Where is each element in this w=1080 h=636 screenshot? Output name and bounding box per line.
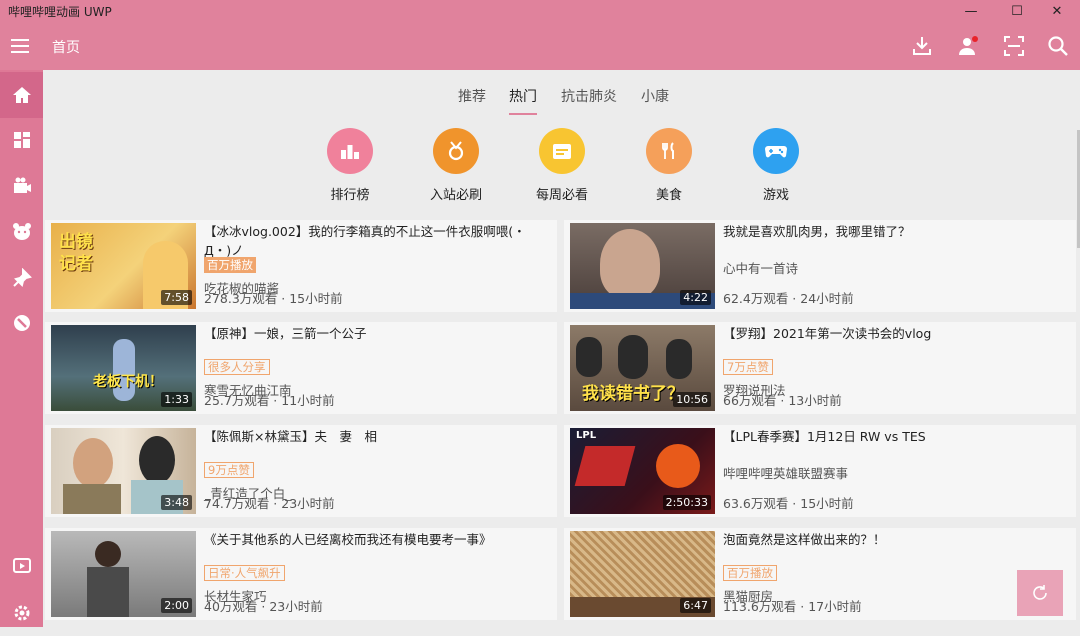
video-title[interactable]: 我就是喜欢肌肉男，我哪里错了？ — [723, 222, 1068, 241]
tab-bar: 推荐 热门 抗击肺炎 小康 — [43, 70, 1080, 120]
live-tv-icon[interactable] — [0, 542, 43, 588]
video-thumbnail[interactable]: 我读错书了？ 10:56 — [570, 325, 715, 411]
video-duration: 6:47 — [680, 598, 711, 613]
sidebar — [0, 70, 43, 627]
video-duration: 7:58 — [161, 290, 192, 305]
video-duration: 1:33 — [161, 392, 192, 407]
video-author[interactable]: 哔哩哔哩英雄联盟赛事 — [723, 463, 848, 482]
tab-hot[interactable]: 热门 — [509, 86, 537, 106]
video-thumbnail[interactable]: 3:48 — [51, 428, 196, 514]
search-icon[interactable] — [1046, 34, 1070, 58]
home-icon[interactable] — [0, 72, 43, 118]
anime-icon[interactable] — [0, 209, 43, 255]
scan-icon[interactable] — [1002, 34, 1026, 58]
quick-label: 排行榜 — [330, 188, 370, 203]
close-button[interactable]: ✕ — [1034, 0, 1080, 22]
video-meta: 74.7万观看 · 23小时前 — [204, 496, 335, 511]
title-bar: 哔哩哔哩动画 UWP — ☐ ✕ — [0, 0, 1080, 22]
page-title: 首页 — [52, 40, 80, 56]
video-meta: 63.6万观看 · 15小时前 — [723, 496, 854, 511]
ranking-icon — [327, 128, 373, 174]
live-icon[interactable] — [0, 163, 43, 209]
video-thumbnail[interactable]: 4:22 — [570, 223, 715, 309]
video-meta: 113.6万观看 · 17小时前 — [723, 599, 862, 614]
medal-icon — [433, 128, 479, 174]
bangumi-icon[interactable] — [0, 255, 43, 301]
thumbnail-overlay: 出镜记者 — [59, 232, 93, 274]
tab-recommend[interactable]: 推荐 — [458, 86, 486, 106]
quick-weekly[interactable]: 每周必看 — [522, 128, 602, 203]
quick-ranking[interactable]: 排行榜 — [310, 128, 390, 203]
thumbnail-overlay: LPL — [576, 430, 597, 441]
video-duration: 3:48 — [161, 495, 192, 510]
video-duration: 2:00 — [161, 598, 192, 613]
tab-xiaokang[interactable]: 小康 — [641, 86, 669, 106]
main-content: 推荐 热门 抗击肺炎 小康 排行榜 入站必刷 每周必看 美食 游戏 出镜记者 7… — [43, 70, 1080, 627]
video-title[interactable]: 【陈佩斯×林黛玉】夫 妻 相 — [204, 427, 549, 446]
quick-food[interactable]: 美食 — [629, 128, 709, 203]
video-author[interactable]: 心中有一首诗 — [723, 258, 798, 277]
video-thumbnail[interactable]: 出镜记者 7:58 — [51, 223, 196, 309]
video-tag: 7万点赞 — [723, 359, 773, 375]
app-title: 哔哩哔哩动画 UWP — [8, 5, 112, 19]
calendar-icon — [539, 128, 585, 174]
video-thumbnail[interactable]: 6:47 — [570, 531, 715, 617]
quick-label: 入站必刷 — [429, 188, 482, 203]
video-thumbnail[interactable]: 老板下机！ 1:33 — [51, 325, 196, 411]
user-icon[interactable] — [956, 34, 980, 58]
tab-epidemic[interactable]: 抗击肺炎 — [561, 86, 617, 106]
video-tag: 9万点赞 — [204, 462, 254, 478]
video-title[interactable]: 《关于其他系的人已经离校而我还有模电要考一事》 — [204, 530, 549, 549]
tab-active-indicator — [509, 113, 537, 115]
video-duration: 10:56 — [673, 392, 711, 407]
video-meta: 25.7万观看 · 11小时前 — [204, 393, 335, 408]
video-title[interactable]: 泡面竟然是这样做出来的？！ — [723, 530, 1068, 549]
video-meta: 66万观看 · 13小时前 — [723, 393, 842, 408]
fork-knife-icon — [646, 128, 692, 174]
quick-label: 每周必看 — [535, 188, 588, 203]
video-tag: 百万播放 — [204, 257, 256, 273]
quick-must-see[interactable]: 入站必刷 — [416, 128, 496, 203]
video-title[interactable]: 【冰冰vlog.002】我的行李箱真的不止这一件衣服啊喂(・Д・)ノ — [204, 222, 549, 260]
video-tag: 很多人分享 — [204, 359, 270, 375]
download-icon[interactable] — [910, 34, 934, 58]
app-header: 首页 — [0, 22, 1080, 70]
refresh-icon — [1033, 585, 1047, 600]
minimize-button[interactable]: — — [948, 0, 994, 22]
quick-label: 游戏 — [762, 188, 789, 203]
video-meta: 62.4万观看 · 24小时前 — [723, 291, 854, 306]
video-thumbnail[interactable]: LPL 2:50:33 — [570, 428, 715, 514]
quick-label: 美食 — [655, 188, 682, 203]
gamepad-icon — [753, 128, 799, 174]
video-thumbnail[interactable]: 2:00 — [51, 531, 196, 617]
video-title[interactable]: 【罗翔】2021年第一次读书会的vlog — [723, 324, 1068, 343]
video-tag: 百万播放 — [723, 565, 777, 581]
video-duration: 4:22 — [680, 290, 711, 305]
settings-icon[interactable] — [0, 590, 43, 636]
thumbnail-overlay: 我读错书了？ — [582, 384, 684, 404]
menu-icon[interactable] — [8, 34, 32, 58]
video-title[interactable]: 【LPL春季赛】1月12日 RW vs TES — [723, 427, 1068, 446]
video-duration: 2:50:33 — [662, 495, 711, 510]
video-meta: 40万观看 · 23小时前 — [204, 599, 323, 614]
quick-game[interactable]: 游戏 — [736, 128, 816, 203]
video-title[interactable]: 【原神】一娘，三箭一个公子 — [204, 324, 549, 343]
topic-icon[interactable] — [0, 300, 43, 346]
video-tag: 日常·人气飙升 — [204, 565, 285, 581]
video-meta: 278.3万观看 · 15小时前 — [204, 291, 343, 306]
category-icon[interactable] — [0, 117, 43, 163]
refresh-button[interactable] — [1017, 570, 1063, 616]
thumbnail-overlay: 老板下机！ — [93, 374, 163, 390]
